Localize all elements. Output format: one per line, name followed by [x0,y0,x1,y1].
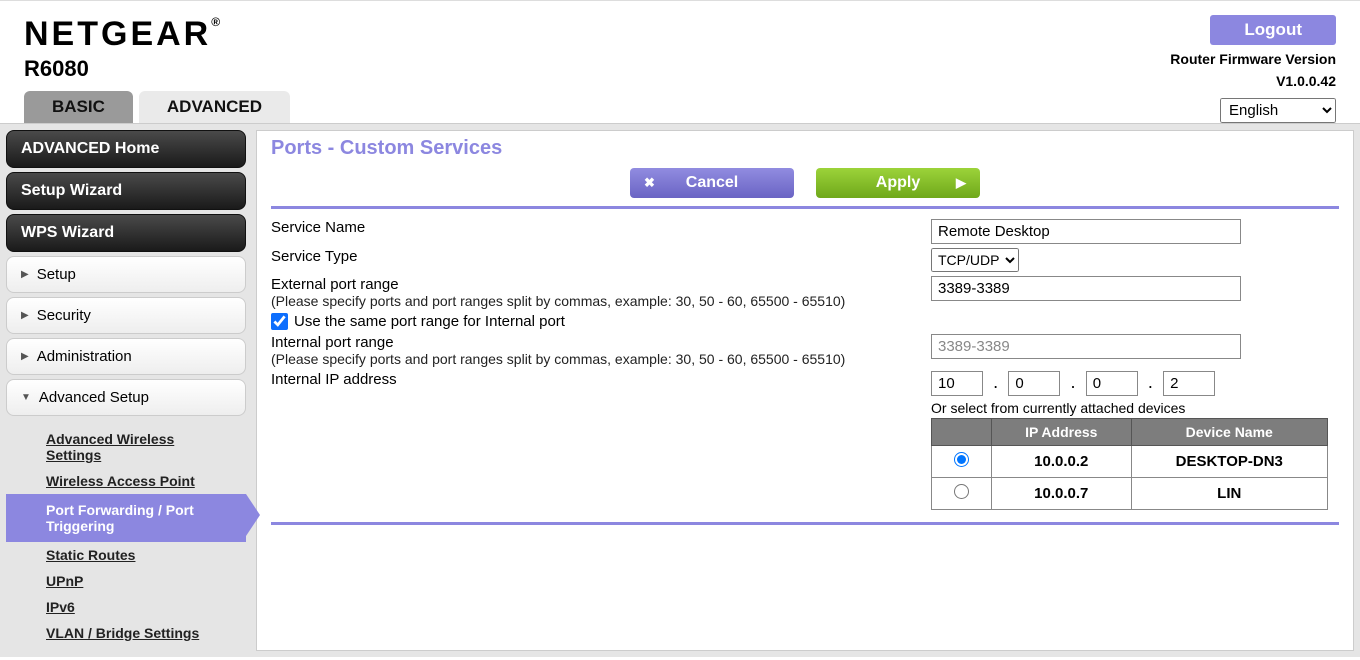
submenu-wireless-access-point[interactable]: Wireless Access Point [6,468,246,494]
hint-external: (Please specify ports and port ranges sp… [271,293,931,309]
ip-octet-3[interactable] [1086,371,1138,396]
device-radio-1[interactable] [954,484,969,499]
divider [271,206,1339,209]
col-name: Device Name [1131,419,1328,446]
ip-octet-2[interactable] [1008,371,1060,396]
service-name-input[interactable] [931,219,1241,244]
apply-button[interactable]: Apply ▶ [816,168,980,198]
device-row: 10.0.0.2 DESKTOP-DN3 [932,446,1328,478]
sidebar-advanced-home[interactable]: ADVANCED Home [6,130,246,168]
sidebar-administration[interactable]: ▶ Administration [6,338,246,375]
divider [271,522,1339,525]
play-icon: ▶ [956,175,966,191]
brand-logo: NETGEAR® [24,15,223,54]
label-internal-port-range: Internal port range [271,334,931,351]
tab-basic[interactable]: BASIC [24,91,133,123]
dot-icon: . [1142,372,1159,392]
submenu-advanced-wireless[interactable]: Advanced Wireless Settings [6,426,246,468]
sidebar-security[interactable]: ▶ Security [6,297,246,334]
sidebar-wps-wizard[interactable]: WPS Wizard [6,214,246,252]
expanded-icon: ▼ [21,392,31,403]
device-ip: 10.0.0.2 [992,446,1132,478]
collapsed-icon: ▶ [21,351,29,362]
device-name: LIN [1131,478,1328,510]
sidebar-advanced-setup[interactable]: ▼ Advanced Setup [6,379,246,416]
label-same-port: Use the same port range for Internal por… [294,313,565,330]
col-select [932,419,992,446]
model-label: R6080 [24,56,223,82]
device-caption: Or select from currently attached device… [931,400,1328,416]
hint-internal: (Please specify ports and port ranges sp… [271,351,931,367]
device-row: 10.0.0.7 LIN [932,478,1328,510]
language-select[interactable]: English [1220,98,1336,123]
logout-button[interactable]: Logout [1210,15,1336,45]
col-ip: IP Address [992,419,1132,446]
submenu-ipv6[interactable]: IPv6 [6,594,246,620]
sidebar-setup-wizard[interactable]: Setup Wizard [6,172,246,210]
device-name: DESKTOP-DN3 [1131,446,1328,478]
label-external-port-range: External port range [271,276,931,293]
service-type-select[interactable]: TCP/UDP [931,248,1019,272]
submenu-vlan-bridge[interactable]: VLAN / Bridge Settings [6,620,246,646]
close-icon: ✖ [644,175,655,191]
device-table: IP Address Device Name 10.0.0.2 DESKTOP-… [931,418,1328,510]
submenu-upnp[interactable]: UPnP [6,568,246,594]
label-service-type: Service Type [271,248,931,265]
cancel-button[interactable]: ✖ Cancel [630,168,794,198]
page-title: Ports - Custom Services [271,137,1339,160]
ip-octet-1[interactable] [931,371,983,396]
sidebar-setup[interactable]: ▶ Setup [6,256,246,293]
submenu-static-routes[interactable]: Static Routes [6,542,246,568]
device-ip: 10.0.0.7 [992,478,1132,510]
internal-port-range-input[interactable] [931,334,1241,359]
collapsed-icon: ▶ [21,269,29,280]
dot-icon: . [1065,372,1082,392]
external-port-range-input[interactable] [931,276,1241,301]
firmware-version: V1.0.0.42 [1170,73,1336,89]
tab-advanced[interactable]: ADVANCED [139,91,290,123]
firmware-label: Router Firmware Version [1170,51,1336,67]
label-internal-ip: Internal IP address [271,371,931,388]
label-service-name: Service Name [271,219,931,236]
dot-icon: . [987,372,1004,392]
device-radio-0[interactable] [954,452,969,467]
submenu-port-forwarding[interactable]: Port Forwarding / Port Triggering [6,494,246,542]
ip-octet-4[interactable] [1163,371,1215,396]
collapsed-icon: ▶ [21,310,29,321]
same-port-checkbox[interactable] [271,313,288,330]
